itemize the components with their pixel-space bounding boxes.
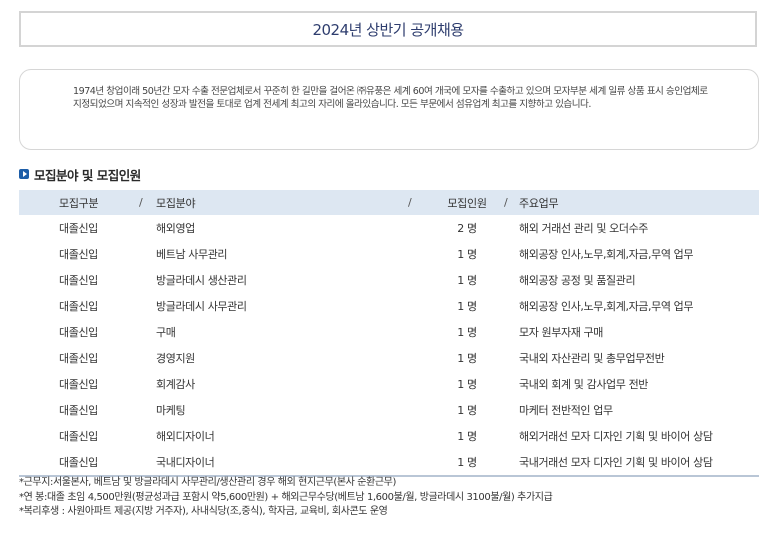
recruitment-table: 모집구분 / 모집분야 / 모집인원 / 주요업무 대졸신입 해외영업 2 명 … (19, 190, 759, 477)
note-benefits: *복리후생 : 사원아파트 제공(지방 거주자), 사내식당(조,중식), 학자… (19, 506, 388, 517)
cell-type: 대졸신입 (59, 352, 98, 365)
table-row: 대졸신입 해외디자이너 1 명 해외거래선 모자 디자인 기획 및 바이어 상담 (19, 423, 759, 449)
cell-count: 1 명 (457, 300, 477, 313)
cell-count: 1 명 (457, 352, 477, 365)
header-field: 모집분야 (156, 196, 196, 210)
note-salary: *연 봉:대졸 초임 4,500만원(평균성과급 포함시 약5,600만원) +… (19, 491, 553, 503)
table-row: 대졸신입 구매 1 명 모자 원부자재 구매 (19, 319, 759, 345)
header-separator: / (139, 196, 143, 209)
table-row: 대졸신입 국내디자이너 1 명 국내거래선 모자 디자인 기획 및 바이어 상담 (19, 449, 759, 475)
cell-count: 1 명 (457, 378, 477, 391)
cell-duty: 마케터 전반적인 업무 (519, 404, 613, 417)
cell-field: 방글라데시 생산관리 (156, 274, 247, 287)
cell-count: 1 명 (457, 326, 477, 339)
cell-count: 1 명 (457, 404, 477, 417)
cell-count: 1 명 (457, 430, 477, 443)
header-count: 모집인원 (447, 196, 487, 210)
page-title: 2024년 상반기 공개채용 (19, 11, 757, 47)
header-separator: / (408, 196, 412, 209)
header-duty: 주요업무 (519, 196, 559, 210)
cell-count: 2 명 (457, 222, 477, 235)
cell-duty: 해외 거래선 관리 및 오더수주 (519, 222, 649, 235)
cell-duty: 해외공장 공정 및 품질관리 (519, 274, 636, 287)
cell-field: 해외디자이너 (156, 430, 215, 443)
table-body: 대졸신입 해외영업 2 명 해외 거래선 관리 및 오더수주 대졸신입 베트남 … (19, 215, 759, 477)
cell-field: 마케팅 (156, 404, 186, 417)
cell-field: 회계감사 (156, 378, 195, 391)
arrow-bullet-icon (19, 169, 29, 179)
section-heading: 모집분야 및 모집인원 (19, 166, 141, 183)
cell-duty: 국내거래선 모자 디자인 기획 및 바이어 상담 (519, 456, 713, 469)
cell-type: 대졸신입 (59, 274, 98, 287)
cell-type: 대졸신입 (59, 404, 98, 417)
cell-field: 베트남 사무관리 (156, 248, 228, 261)
cell-type: 대졸신입 (59, 456, 98, 469)
cell-duty: 해외공장 인사,노무,회계,자금,무역 업무 (519, 248, 694, 261)
note-workplace: *근무지:서울본사, 베트남 및 방글라데시 사무관리/생산관리 경우 해외 현… (19, 477, 396, 488)
table-row: 대졸신입 마케팅 1 명 마케터 전반적인 업무 (19, 397, 759, 423)
cell-type: 대졸신입 (59, 300, 98, 313)
cell-type: 대졸신입 (59, 378, 98, 391)
table-row: 대졸신입 회계감사 1 명 국내외 회계 및 감사업무 전반 (19, 371, 759, 397)
cell-count: 1 명 (457, 248, 477, 261)
cell-type: 대졸신입 (59, 248, 98, 261)
table-row: 대졸신입 해외영업 2 명 해외 거래선 관리 및 오더수주 (19, 215, 759, 241)
cell-count: 1 명 (457, 456, 477, 469)
company-intro: 1974년 창업이래 50년간 모자 수출 전문업체로서 꾸준히 한 길만을 걸… (19, 69, 759, 150)
cell-field: 해외영업 (156, 222, 195, 235)
cell-field: 방글라데시 사무관리 (156, 300, 247, 313)
cell-duty: 국내외 회계 및 감사업무 전반 (519, 378, 649, 391)
cell-type: 대졸신입 (59, 326, 98, 339)
cell-type: 대졸신입 (59, 222, 98, 235)
table-row: 대졸신입 방글라데시 사무관리 1 명 해외공장 인사,노무,회계,자금,무역 … (19, 293, 759, 319)
cell-field: 경영지원 (156, 352, 195, 365)
cell-field: 구매 (156, 326, 176, 339)
recruitment-notes: *근무지:서울본사, 베트남 및 방글라데시 사무관리/생산관리 경우 해외 현… (19, 476, 553, 520)
cell-duty: 해외거래선 모자 디자인 기획 및 바이어 상담 (519, 430, 713, 443)
table-row: 대졸신입 경영지원 1 명 국내외 자산관리 및 총무업무전반 (19, 345, 759, 371)
table-row: 대졸신입 베트남 사무관리 1 명 해외공장 인사,노무,회계,자금,무역 업무 (19, 241, 759, 267)
cell-duty: 모자 원부자재 구매 (519, 326, 603, 339)
cell-count: 1 명 (457, 274, 477, 287)
cell-duty: 국내외 자산관리 및 총무업무전반 (519, 352, 665, 365)
header-separator: / (504, 196, 508, 209)
table-row: 대졸신입 방글라데시 생산관리 1 명 해외공장 공정 및 품질관리 (19, 267, 759, 293)
header-type: 모집구분 (59, 196, 99, 210)
section-title: 모집분야 및 모집인원 (34, 167, 141, 183)
cell-type: 대졸신입 (59, 430, 98, 443)
table-header: 모집구분 / 모집분야 / 모집인원 / 주요업무 (19, 190, 759, 215)
cell-duty: 해외공장 인사,노무,회계,자금,무역 업무 (519, 300, 694, 313)
cell-field: 국내디자이너 (156, 456, 215, 469)
